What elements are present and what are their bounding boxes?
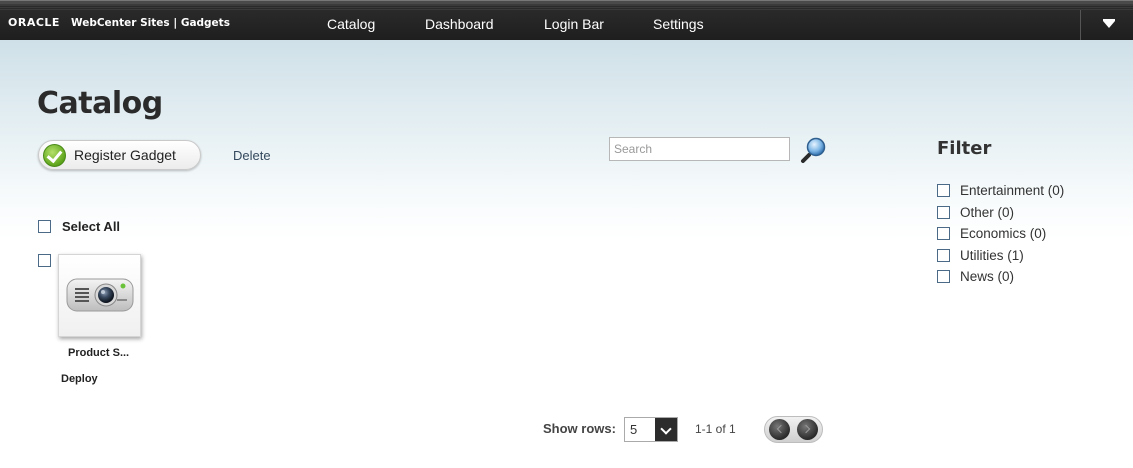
gadget-thumbnail[interactable] xyxy=(58,254,141,337)
filter-label-other: Other (0) xyxy=(960,205,1015,220)
filter-title: Filter xyxy=(937,138,992,159)
nav-settings[interactable]: Settings xyxy=(653,16,704,32)
checkmark-icon xyxy=(43,144,66,167)
gadget-checkbox[interactable] xyxy=(38,254,51,267)
menu-toggle-button[interactable] xyxy=(1080,10,1133,41)
nav-dashboard[interactable]: Dashboard xyxy=(425,16,494,32)
previous-page-button[interactable] xyxy=(769,419,790,440)
projector-icon xyxy=(66,278,134,312)
chevron-down-icon xyxy=(655,418,677,441)
deploy-link[interactable]: Deploy xyxy=(61,373,98,385)
filter-checkbox-utilities[interactable] xyxy=(937,249,950,262)
pager-controls xyxy=(764,416,823,443)
search-button[interactable] xyxy=(800,135,828,163)
rows-per-page-select[interactable]: 5 xyxy=(624,417,678,442)
filter-checkbox-economics[interactable] xyxy=(937,227,950,240)
magnifier-icon xyxy=(801,137,826,163)
filter-checkbox-other[interactable] xyxy=(937,206,950,219)
chevron-down-icon xyxy=(1103,21,1115,28)
rows-per-page-value: 5 xyxy=(630,422,638,437)
filter-checkbox-news[interactable] xyxy=(937,270,950,283)
top-bar-stripe xyxy=(0,5,1133,10)
filter-label-news: News (0) xyxy=(960,269,1015,284)
delete-link[interactable]: Delete xyxy=(233,148,271,163)
page-title: Catalog xyxy=(37,86,163,121)
next-page-button[interactable] xyxy=(797,419,818,440)
filter-label-entertainment: Entertainment (0) xyxy=(960,183,1065,198)
filter-checkbox-entertainment[interactable] xyxy=(937,184,950,197)
select-all-label: Select All xyxy=(62,219,121,234)
nav-login-bar[interactable]: Login Bar xyxy=(544,16,604,32)
top-bar: ORACLE WebCenter Sites | Gadgets Catalog… xyxy=(0,0,1133,41)
filter-label-economics: Economics (0) xyxy=(960,226,1047,241)
search-input[interactable] xyxy=(609,137,790,161)
product-name: WebCenter Sites | Gadgets xyxy=(71,17,230,29)
oracle-logo: ORACLE xyxy=(8,16,60,29)
select-all-checkbox[interactable] xyxy=(38,220,51,233)
brand-logo: ORACLE WebCenter Sites | Gadgets xyxy=(8,16,230,29)
show-rows-label: Show rows: xyxy=(543,421,616,436)
nav-catalog[interactable]: Catalog xyxy=(327,16,375,32)
register-gadget-button[interactable]: Register Gadget xyxy=(38,140,201,170)
gadget-name: Product S... xyxy=(68,347,130,359)
pagination-range: 1-1 of 1 xyxy=(695,422,736,436)
filter-label-utilities: Utilities (1) xyxy=(960,248,1024,263)
register-gadget-label: Register Gadget xyxy=(74,147,176,163)
